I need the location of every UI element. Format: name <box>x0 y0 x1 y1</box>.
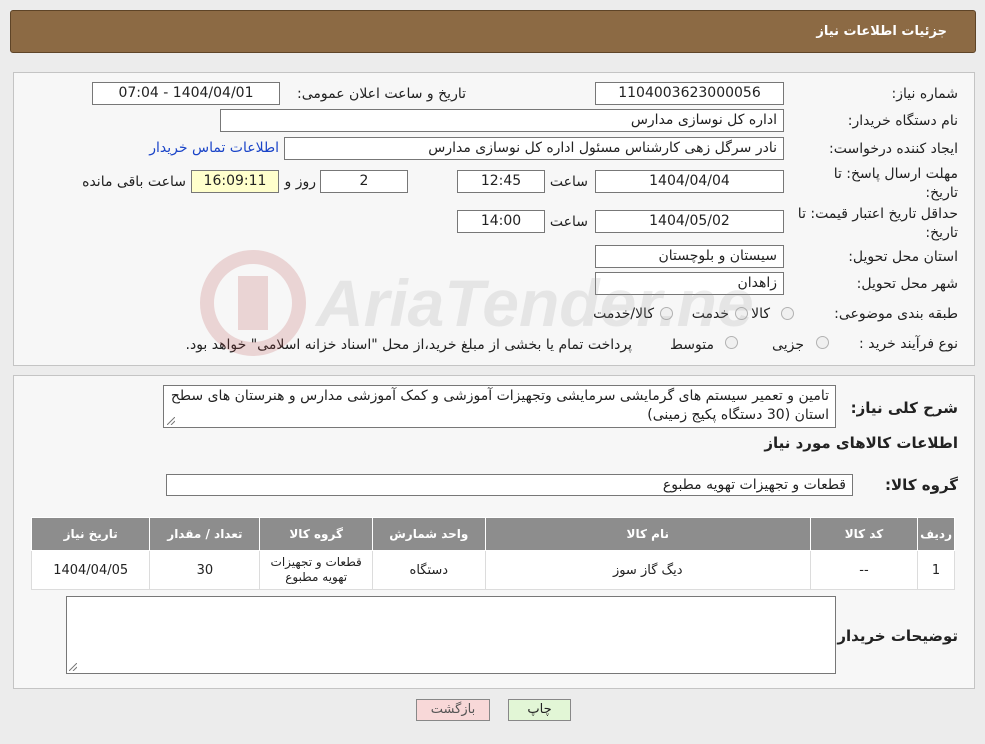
deadline-label-line1: مهلت ارسال پاسخ: تا <box>833 166 958 182</box>
buyer-notes-resize-icon[interactable] <box>69 663 77 671</box>
goods-group-label: گروه کالا: <box>885 476 958 494</box>
cell-quantity: 30 <box>149 550 261 590</box>
price-validity-label-line2: تاریخ: <box>925 225 958 241</box>
announce-datetime-field[interactable]: 1404/04/01 - 07:04 <box>92 82 280 105</box>
col-item-group: گروه کالا <box>259 517 373 551</box>
col-item-code: کد کالا <box>809 517 919 551</box>
col-need-date: تاریخ نیاز <box>30 517 151 551</box>
watermark: AriaTender.neT <box>198 248 799 362</box>
cell-item-name: دیگ گاز سوز <box>484 550 811 590</box>
deadline-label-line2: تاریخ: <box>925 185 958 201</box>
deadline-time-field[interactable]: 12:45 <box>457 170 545 193</box>
price-validity-label: حداقل تاریخ اعتبار قیمت: تا تاریخ: <box>798 205 958 243</box>
buyer-org-label: نام دستگاه خریدار: <box>847 113 958 129</box>
buyer-notes-textarea[interactable] <box>66 596 836 674</box>
col-quantity: تعداد / مقدار <box>149 517 261 551</box>
need-description-label: شرح کلی نیاز: <box>850 399 958 417</box>
deadline-time-label: ساعت <box>549 174 588 190</box>
process-partial-radio[interactable] <box>816 336 829 349</box>
need-description-text: تامین و تعمیر سیستم های گرمایشی سرمایشی … <box>170 388 829 423</box>
resize-handle-icon[interactable] <box>167 417 175 425</box>
buyer-notes-label: توضیحات خریدار: <box>831 627 958 645</box>
category-goods-radio[interactable] <box>781 307 794 320</box>
price-validity-time-label: ساعت <box>549 214 588 230</box>
price-validity-time-field[interactable]: 14:00 <box>457 210 545 233</box>
announce-datetime-label: تاریخ و ساعت اعلان عمومی: <box>297 86 466 102</box>
price-validity-label-line1: حداقل تاریخ اعتبار قیمت: تا <box>797 206 958 222</box>
remaining-time-label: ساعت باقی مانده <box>82 174 186 190</box>
goods-table-wrapper: ردیف کد کالا نام کالا واحد شمارش گروه کا… <box>30 517 955 590</box>
goods-table-header-row: ردیف کد کالا نام کالا واحد شمارش گروه کا… <box>30 517 955 551</box>
price-validity-date-field[interactable]: 1404/05/02 <box>595 210 784 233</box>
goods-section-title: اطلاعات کالاهای مورد نیاز <box>764 434 958 452</box>
cell-item-group: قطعات و تجهیزات تهویه مطبوع <box>259 550 373 590</box>
requester-label: ایجاد کننده درخواست: <box>829 141 958 157</box>
cell-need-date: 1404/04/05 <box>30 550 151 590</box>
goods-table: ردیف کد کالا نام کالا واحد شمارش گروه کا… <box>30 517 955 590</box>
page-title: جزئیات اطلاعات نیاز <box>816 24 947 39</box>
table-row[interactable]: 1 -- دیگ گاز سوز دستگاه قطعات و تجهیزات … <box>30 550 955 590</box>
days-label: روز و <box>284 174 317 190</box>
need-number-field[interactable]: 1104003623000056 <box>595 82 784 105</box>
cell-item-code: -- <box>809 550 919 590</box>
col-unit: واحد شمارش <box>371 517 486 551</box>
col-item-name: نام کالا <box>484 517 811 551</box>
buyer-contact-link[interactable]: اطلاعات تماس خریدار <box>149 140 279 156</box>
category-label: طبقه بندی موضوعی: <box>834 306 958 322</box>
print-button[interactable]: چاپ <box>508 699 571 721</box>
requester-field[interactable]: نادر سرگل زهی کارشناس مسئول اداره کل نوس… <box>284 137 784 160</box>
deadline-label: مهلت ارسال پاسخ: تا تاریخ: <box>834 165 958 203</box>
cell-row-number: 1 <box>917 550 955 590</box>
days-remaining-field[interactable]: 2 <box>320 170 408 193</box>
need-description-textarea[interactable]: تامین و تعمیر سیستم های گرمایشی سرمایشی … <box>163 385 836 428</box>
need-number-label: شماره نیاز: <box>891 86 959 102</box>
page-header: جزئیات اطلاعات نیاز <box>10 10 976 53</box>
back-button[interactable]: بازگشت <box>416 699 490 721</box>
deadline-date-field[interactable]: 1404/04/04 <box>595 170 784 193</box>
process-type-label: نوع فرآیند خرید : <box>859 336 958 352</box>
col-row-number: ردیف <box>917 517 955 551</box>
province-label: استان محل تحویل: <box>848 249 958 265</box>
watermark-text: AriaTender.neT <box>314 266 758 340</box>
process-partial-label: جزیی <box>772 337 804 353</box>
city-label: شهر محل تحویل: <box>856 276 958 292</box>
watermark-logo: AriaTender.neT <box>200 250 799 356</box>
goods-group-field[interactable]: قطعات و تجهیزات تهویه مطبوع <box>166 474 853 496</box>
cell-unit: دستگاه <box>371 550 486 590</box>
remaining-time-field[interactable]: 16:09:11 <box>191 170 279 193</box>
buyer-org-field[interactable]: اداره کل نوسازی مدارس <box>220 109 784 132</box>
